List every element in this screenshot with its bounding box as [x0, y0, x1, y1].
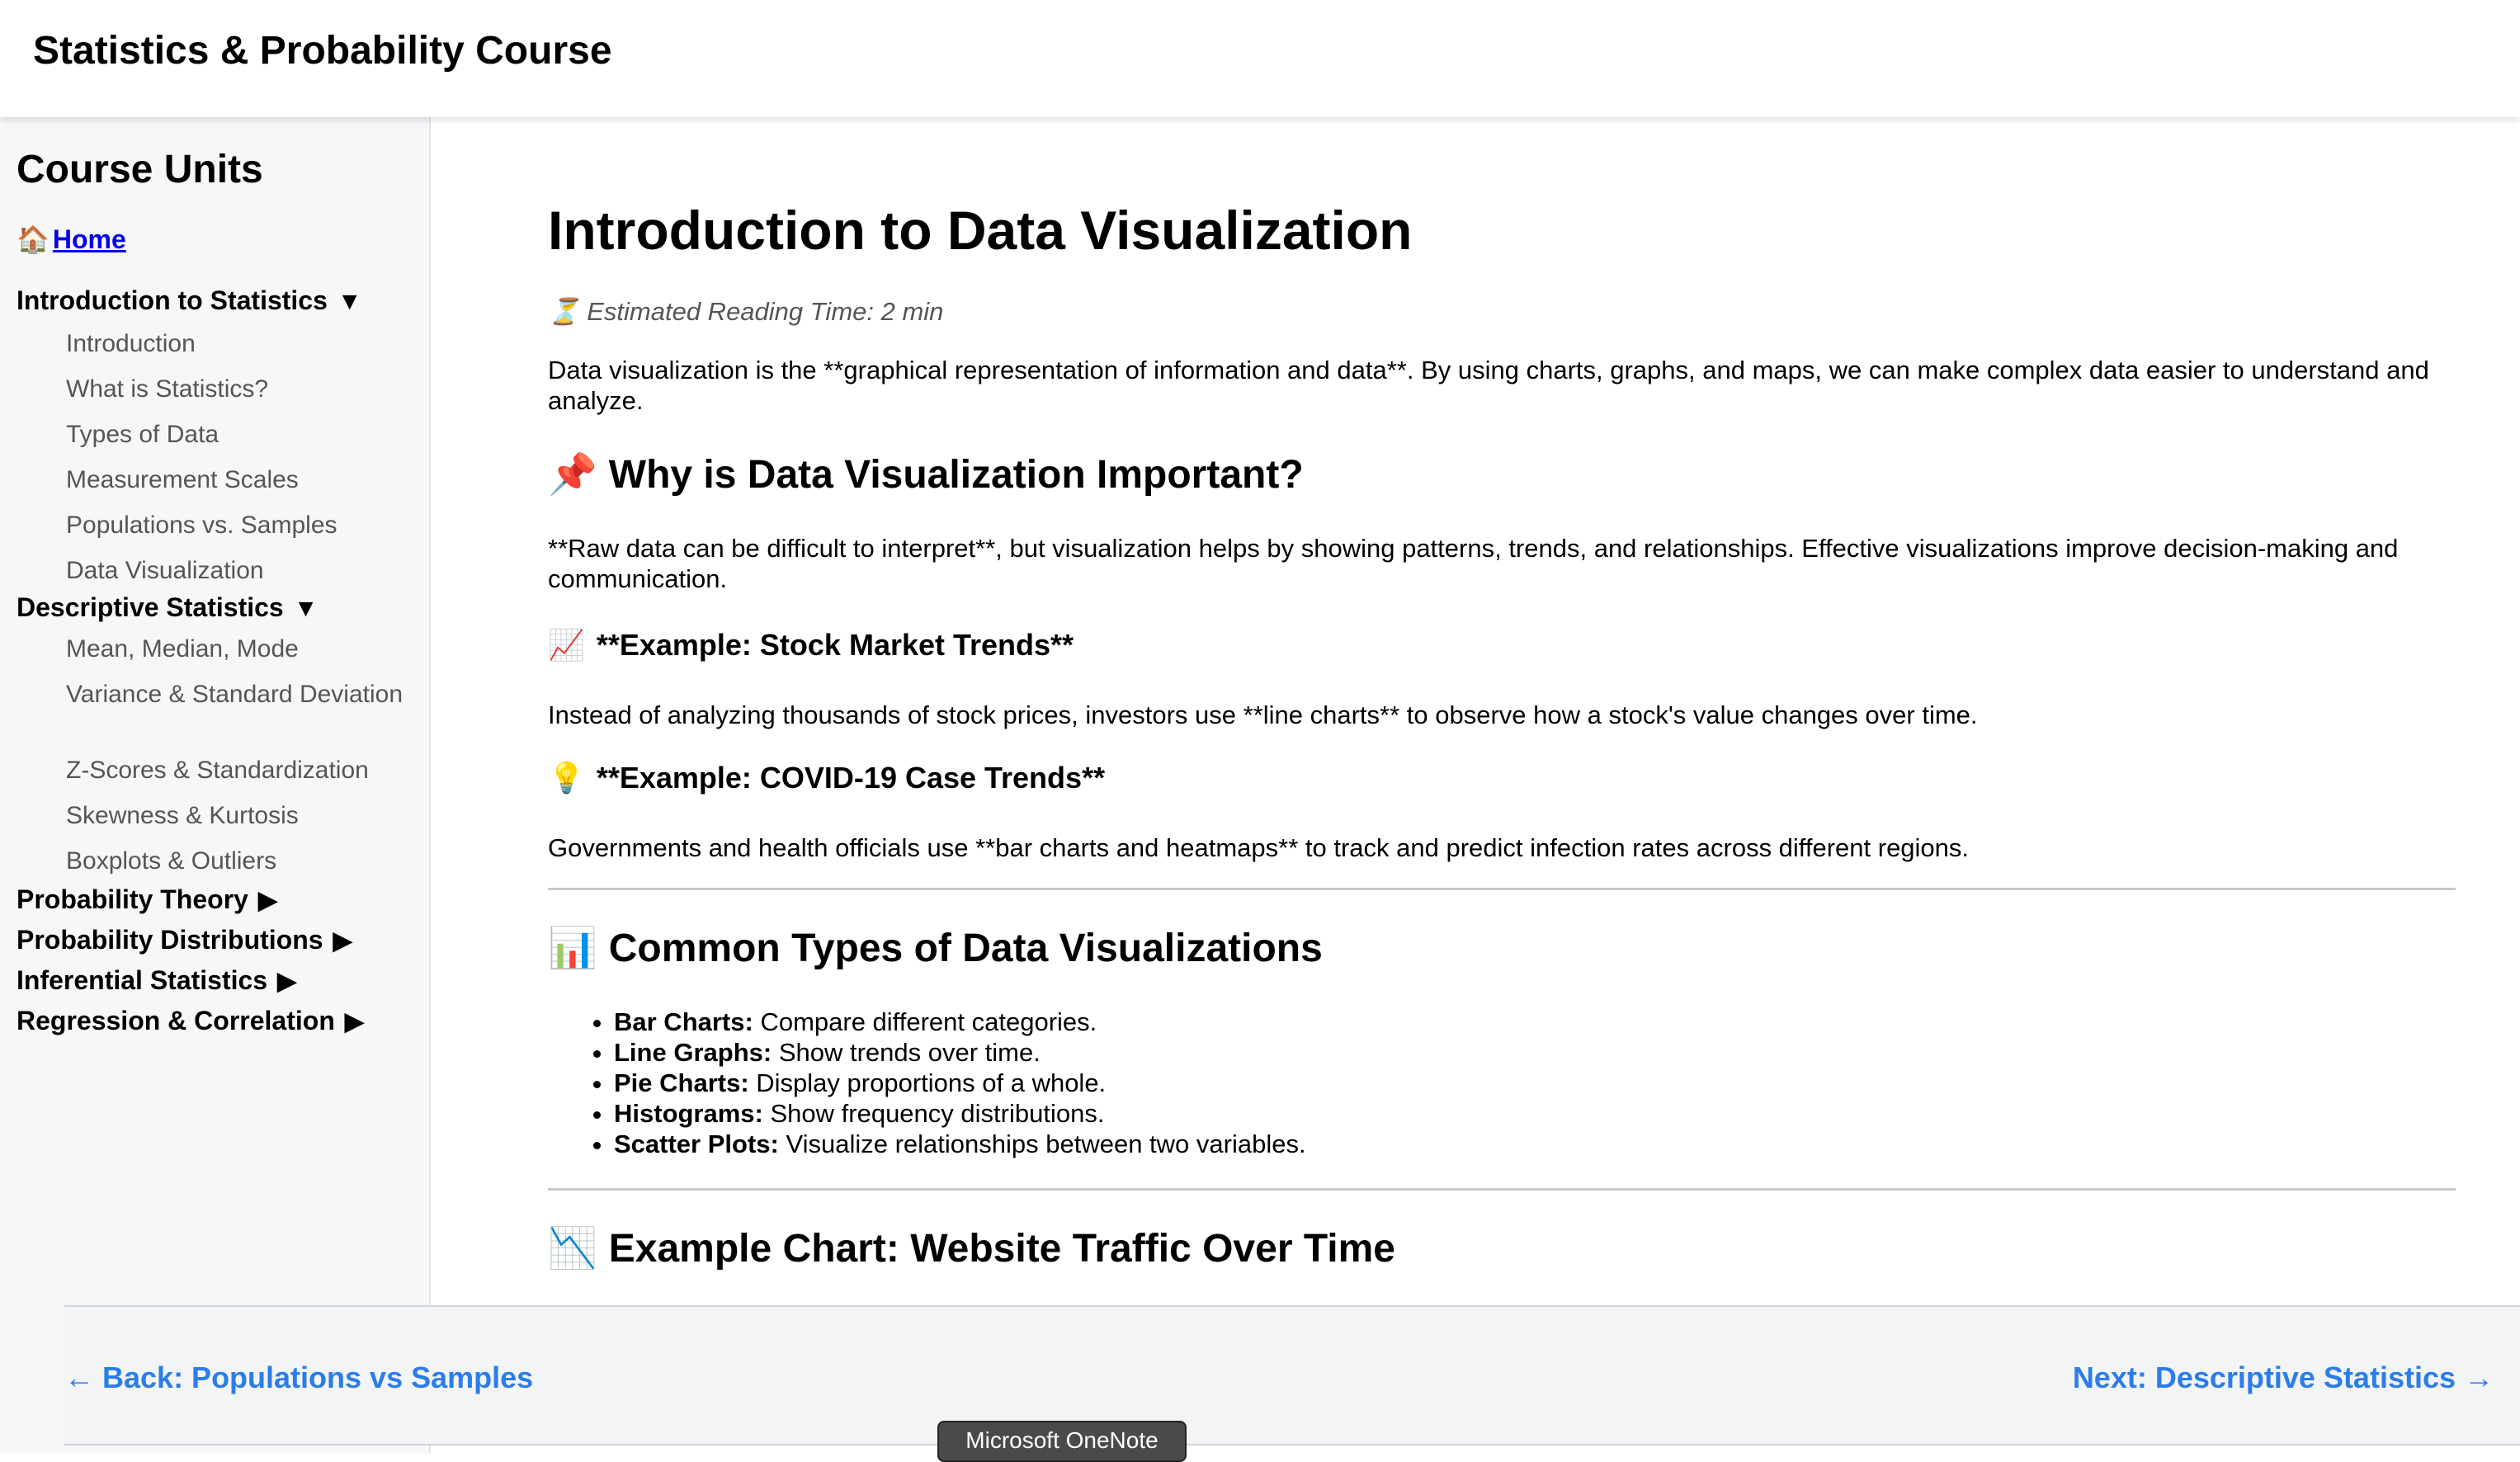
lesson-data-visualization[interactable]: Data Visualization [66, 555, 413, 586]
types-heading-text: Common Types of Data Visualizations [608, 927, 1323, 970]
unit-probability-theory[interactable]: Probability Theory ▶ [17, 883, 277, 917]
expand-arrow-icon: ▶ [257, 887, 278, 914]
list-item-term: Histograms: [614, 1099, 763, 1128]
home-link[interactable]: 🏠 Home [17, 223, 126, 256]
footer-navigation: ← Back: Populations vs Samples Next: Des… [64, 1305, 2520, 1445]
why-paragraph: **Raw data can be difficult to interpret… [548, 534, 2399, 593]
example-chart-heading: 📉 Example Chart: Website Traffic Over Tim… [548, 1224, 1395, 1274]
lesson-measurement-scales[interactable]: Measurement Scales [66, 465, 413, 495]
section-divider [548, 1188, 2456, 1191]
app-title: Statistics & Probability Course [33, 29, 612, 73]
types-heading: 📊 Common Types of Data Visualizations [548, 924, 1323, 974]
next-link[interactable]: Next: Descriptive Statistics → [2073, 1360, 2494, 1396]
lesson-what-is-statistics[interactable]: What is Statistics? [66, 374, 413, 404]
lesson-types-of-data[interactable]: Types of Data [66, 419, 413, 450]
lesson-skewness-kurtosis[interactable]: Skewness & Kurtosis [66, 800, 413, 831]
list-item-term: Bar Charts: [614, 1007, 753, 1036]
covid-example-paragraph: Governments and health officials use **b… [548, 833, 1970, 862]
stock-example-heading-text: **Example: Stock Market Trends** [596, 628, 1074, 662]
main-content: Introduction to Data Visualization ⏳ Est… [432, 117, 2520, 1305]
list-item-term: Scatter Plots: [614, 1130, 779, 1158]
lesson-introduction[interactable]: Introduction [66, 328, 413, 359]
reading-time-text: Estimated Reading Time: 2 min [587, 297, 944, 326]
unit-label: Descriptive Statistics [17, 592, 284, 622]
expand-arrow-icon: ▶ [344, 1008, 364, 1035]
expand-arrow-icon: ▶ [333, 927, 352, 955]
tooltip: Microsoft OneNote [937, 1421, 1187, 1462]
why-heading: 📌 Why is Data Visualization Important? [548, 450, 1304, 500]
unit-label: Probability Theory [17, 884, 248, 914]
home-label: Home [52, 224, 126, 254]
list-item: Line Graphs: Show trends over time. [614, 1037, 1306, 1068]
pushpin-icon: 📌 [548, 453, 597, 497]
lightbulb-icon: 💡 [548, 761, 585, 795]
list-item-term: Pie Charts: [614, 1068, 749, 1097]
lesson-boxplots-outliers[interactable]: Boxplots & Outliers [66, 846, 413, 876]
section-divider [548, 888, 2456, 890]
chart-decreasing-icon: 📉 [548, 1227, 597, 1271]
stock-example-heading: 📈 **Example: Stock Market Trends** [548, 626, 1074, 664]
list-item: Scatter Plots: Visualize relationships b… [614, 1129, 1306, 1159]
sidebar-heading: Course Units [17, 148, 263, 191]
back-link[interactable]: ← Back: Populations vs Samples [64, 1360, 533, 1396]
list-item-desc: Display proportions of a whole. [748, 1068, 1107, 1097]
why-heading-text: Why is Data Visualization Important? [608, 453, 1304, 497]
unit-inferential-statistics[interactable]: Inferential Statistics ▶ [17, 964, 296, 998]
visualization-types-list: Bar Charts: Compare different categories… [614, 1007, 1306, 1159]
list-item: Histograms: Show frequency distributions… [614, 1098, 1306, 1129]
hourglass-icon: ⏳ [548, 297, 580, 326]
intro-paragraph: Data visualization is the **graphical re… [548, 356, 2429, 415]
page-title: Introduction to Data Visualization [548, 200, 1413, 261]
top-bar: Statistics & Probability Course [0, 0, 2520, 117]
lesson-mean-median-mode[interactable]: Mean, Median, Mode [66, 634, 413, 664]
unit-label: Inferential Statistics [17, 965, 268, 995]
unit-label: Introduction to Statistics [17, 285, 328, 315]
sidebar: Course Units 🏠 Home Introduction to Stati… [0, 117, 431, 1454]
home-icon: 🏠 [17, 224, 50, 254]
unit-probability-distributions[interactable]: Probability Distributions ▶ [17, 923, 352, 958]
unit-descriptive-statistics[interactable]: Descriptive Statistics ▼ [17, 591, 318, 625]
reading-time: ⏳ Estimated Reading Time: 2 min [548, 295, 943, 328]
lesson-z-scores[interactable]: Z-Scores & Standardization [66, 755, 413, 785]
stock-example-paragraph: Instead of analyzing thousands of stock … [548, 700, 1978, 729]
lesson-populations-vs-samples[interactable]: Populations vs. Samples [66, 510, 413, 540]
lesson-variance-standard-deviation[interactable]: Variance & Standard Deviation [66, 679, 413, 710]
unit-label: Regression & Correlation [17, 1006, 335, 1035]
collapse-arrow-icon: ▼ [337, 288, 362, 315]
covid-example-heading: 💡 **Example: COVID-19 Case Trends** [548, 759, 1105, 797]
list-item-term: Line Graphs: [614, 1038, 772, 1067]
unit-introduction-to-statistics[interactable]: Introduction to Statistics ▼ [17, 284, 362, 318]
chart-increasing-icon: 📈 [548, 628, 585, 662]
list-item-desc: Show frequency distributions. [762, 1099, 1105, 1128]
expand-arrow-icon: ▶ [277, 968, 297, 995]
bar-chart-icon: 📊 [548, 927, 597, 970]
unit-label: Probability Distributions [17, 925, 323, 955]
covid-example-heading-text: **Example: COVID-19 Case Trends** [596, 761, 1106, 795]
unit-regression-correlation[interactable]: Regression & Correlation ▶ [17, 1004, 364, 1039]
example-chart-heading-text: Example Chart: Website Traffic Over Time [608, 1227, 1395, 1271]
list-item-desc: Compare different categories. [753, 1007, 1097, 1036]
list-item: Bar Charts: Compare different categories… [614, 1007, 1306, 1037]
collapse-arrow-icon: ▼ [293, 595, 319, 622]
list-item: Pie Charts: Display proportions of a who… [614, 1068, 1306, 1098]
list-item-desc: Visualize relationships between two vari… [778, 1130, 1306, 1158]
list-item-desc: Show trends over time. [772, 1038, 1041, 1067]
